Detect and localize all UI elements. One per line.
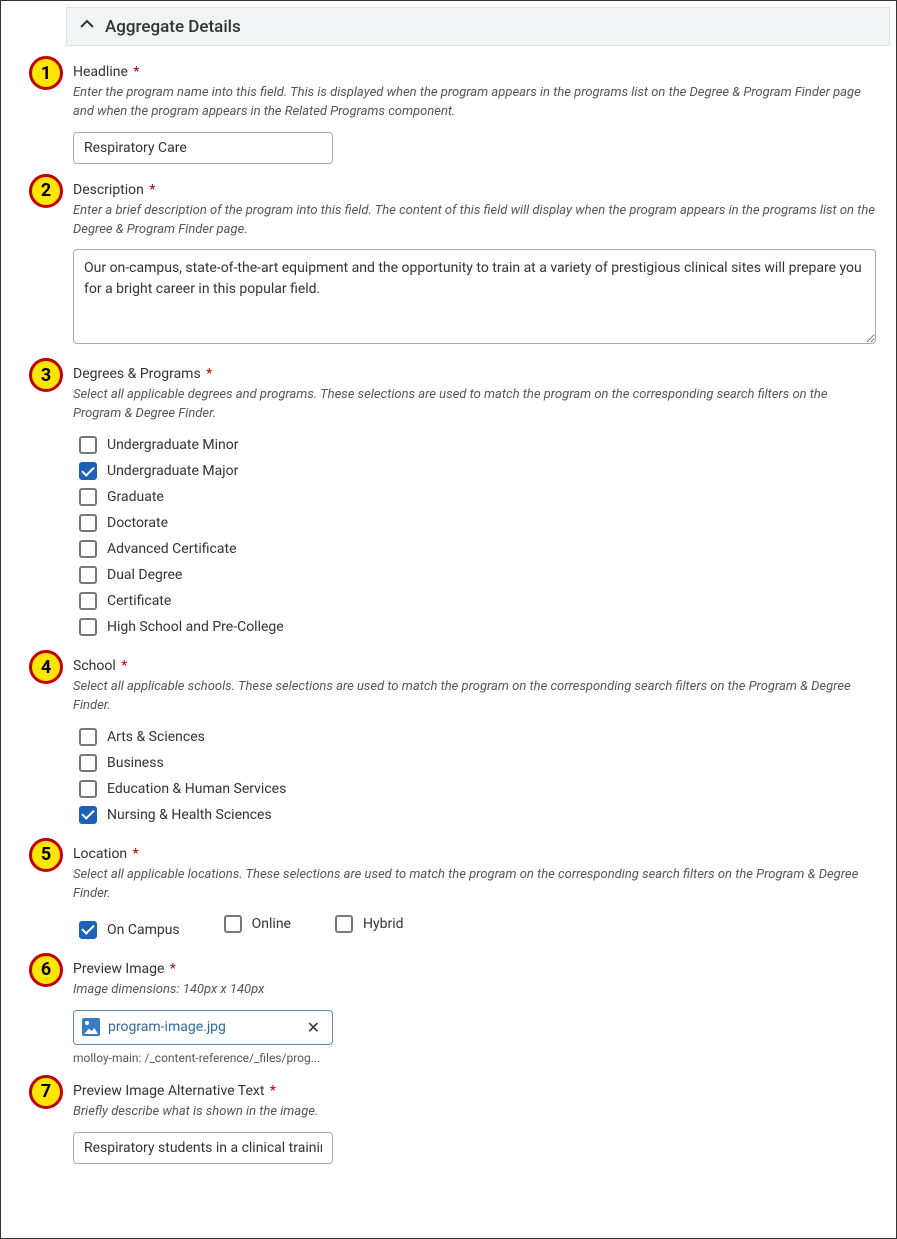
checkbox-row[interactable]: Online [218,911,291,937]
checkbox-row[interactable]: Undergraduate Major [73,458,876,484]
required-marker: * [133,846,139,862]
checkbox-row[interactable]: Dual Degree [73,562,876,588]
checkbox[interactable] [79,921,97,939]
school-options: Arts & Sciences Business Education & Human… [73,724,876,828]
field-location: 5 Location * Select all applicable locat… [73,846,876,943]
degrees-label: Degrees & Programs [73,366,201,382]
checkbox-label: Online [252,916,291,932]
section-header[interactable]: Aggregate Details [66,7,890,46]
checkbox[interactable] [79,806,97,824]
required-marker: * [206,366,212,382]
checkbox[interactable] [335,915,353,933]
preview-image-file-chip[interactable]: program-image.jpg ✕ [73,1010,333,1045]
alt-text-label: Preview Image Alternative Text [73,1083,264,1099]
required-marker: * [121,658,127,674]
step-badge-7: 7 [29,1075,63,1109]
degrees-help: Select all applicable degrees and progra… [73,386,876,424]
image-file-icon [82,1018,100,1036]
checkbox[interactable] [79,436,97,454]
checkbox-label: Nursing & Health Sciences [107,807,272,823]
description-textarea[interactable] [73,249,876,344]
checkbox[interactable] [79,566,97,584]
field-school: 4 School * Select all applicable schools… [73,658,876,828]
location-label: Location [73,846,127,862]
checkbox[interactable] [79,618,97,636]
checkbox-row[interactable]: Doctorate [73,510,876,536]
checkbox-label: Dual Degree [107,567,182,583]
checkbox-row[interactable]: Nursing & Health Sciences [73,802,876,828]
checkbox[interactable] [79,514,97,532]
checkbox[interactable] [79,540,97,558]
headline-help: Enter the program name into this field. … [73,84,876,122]
preview-image-filename: program-image.jpg [108,1019,295,1035]
step-badge-1: 1 [29,56,63,90]
checkbox-row[interactable]: Arts & Sciences [73,724,876,750]
section-title: Aggregate Details [105,17,241,37]
checkbox[interactable] [224,915,242,933]
checkbox[interactable] [79,754,97,772]
required-marker: * [133,64,139,80]
headline-input[interactable] [73,132,333,164]
checkbox-label: Certificate [107,593,171,609]
alt-text-input[interactable] [73,1132,333,1164]
step-badge-4: 4 [29,650,63,684]
checkbox-row[interactable]: High School and Pre-College [73,614,876,640]
checkbox-row[interactable]: Advanced Certificate [73,536,876,562]
checkbox-label: On Campus [107,922,180,938]
preview-image-path: molloy-main: /_content-reference/_files/… [73,1051,876,1065]
checkbox[interactable] [79,728,97,746]
chevron-up-icon [79,16,95,37]
checkbox-label: Undergraduate Major [107,463,238,479]
required-marker: * [170,961,176,977]
checkbox-row[interactable]: On Campus [73,917,180,943]
checkbox[interactable] [79,592,97,610]
field-headline: 1 Headline * Enter the program name into… [73,64,876,164]
checkbox[interactable] [79,488,97,506]
clear-file-button[interactable]: ✕ [303,1018,324,1037]
checkbox-row[interactable]: Education & Human Services [73,776,876,802]
school-label: School [73,658,116,674]
checkbox-label: Doctorate [107,515,168,531]
step-badge-5: 5 [29,838,63,872]
checkbox-row[interactable]: Undergraduate Minor [73,432,876,458]
step-badge-6: 6 [29,953,63,987]
headline-label: Headline [73,64,128,80]
checkbox-label: Undergraduate Minor [107,437,238,453]
checkbox-label: Arts & Sciences [107,729,205,745]
required-marker: * [149,182,155,198]
step-badge-3: 3 [29,358,63,392]
step-badge-2: 2 [29,174,63,208]
checkbox[interactable] [79,462,97,480]
checkbox-label: Hybrid [363,916,404,932]
degrees-options: Undergraduate Minor Undergraduate Major Gr… [73,432,876,640]
preview-image-label: Preview Image [73,961,164,977]
field-degrees: 3 Degrees & Programs * Select all applic… [73,366,876,640]
checkbox-label: High School and Pre-College [107,619,284,635]
school-help: Select all applicable schools. These sel… [73,678,876,716]
location-options: On Campus Online Hybrid [73,911,876,943]
field-alt-text: 7 Preview Image Alternative Text * Brief… [73,1083,876,1164]
description-label: Description [73,182,144,198]
checkbox-label: Graduate [107,489,164,505]
checkbox[interactable] [79,780,97,798]
alt-text-help: Briefly describe what is shown in the im… [73,1103,876,1122]
checkbox-label: Education & Human Services [107,781,286,797]
description-help: Enter a brief description of the program… [73,202,876,240]
field-description: 2 Description * Enter a brief descriptio… [73,182,876,349]
checkbox-label: Advanced Certificate [107,541,237,557]
required-marker: * [270,1083,276,1099]
checkbox-label: Business [107,755,164,771]
field-preview-image: 6 Preview Image * Image dimensions: 140p… [73,961,876,1065]
checkbox-row[interactable]: Graduate [73,484,876,510]
checkbox-row[interactable]: Certificate [73,588,876,614]
checkbox-row[interactable]: Business [73,750,876,776]
preview-image-help: Image dimensions: 140px x 140px [73,981,876,1000]
location-help: Select all applicable locations. These s… [73,866,876,904]
checkbox-row[interactable]: Hybrid [329,911,404,937]
